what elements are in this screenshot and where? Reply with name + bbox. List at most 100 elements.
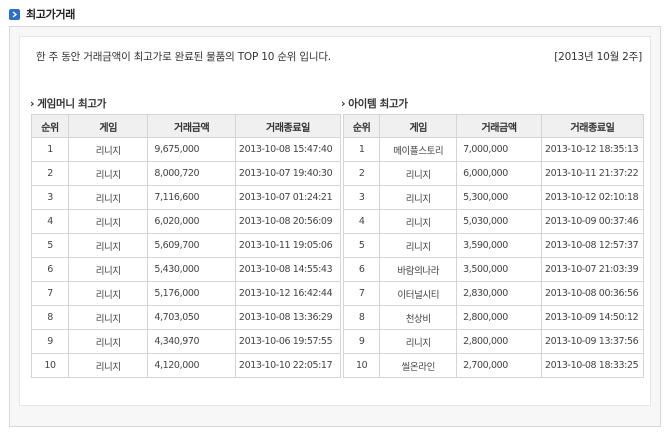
game-cell: 씰온라인 — [379, 353, 458, 378]
amount-cell: 4,340,970 — [147, 329, 236, 354]
game-money-heading: › 게임머니 최고가 — [30, 96, 106, 111]
table-row: 1 메이플스토리 7,000,000 2013-10-12 18:35:13 — [342, 137, 645, 162]
table-row: 7 이터널시티 2,830,000 2013-10-08 00:36:56 — [342, 281, 645, 306]
rank-cell: 1 — [30, 137, 70, 162]
amount-cell: 8,000,720 — [147, 161, 236, 186]
column-header-end-date: 거래종료일 — [540, 114, 645, 138]
end-date-cell: 2013-10-12 02:10:18 — [540, 185, 645, 210]
intro-week: [2013년 10월 2주] — [554, 51, 642, 63]
rank-cell: 4 — [342, 209, 381, 234]
table-header-row: 순위 게임 거래금액 거래종료일 — [30, 114, 342, 138]
game-cell: 천상비 — [379, 305, 458, 330]
amount-cell: 6,000,000 — [456, 161, 542, 186]
table-row: 8 천상비 2,800,000 2013-10-09 14:50:12 — [342, 305, 645, 330]
amount-cell: 5,300,000 — [456, 185, 542, 210]
rank-cell: 7 — [342, 281, 381, 306]
rank-cell: 6 — [30, 257, 70, 282]
item-table: 순위 게임 거래금액 거래종료일 1 메이플스토리 7,000,000 2013-10… — [342, 114, 645, 378]
rank-cell: 8 — [342, 305, 381, 330]
rank-cell: 2 — [342, 161, 381, 186]
amount-cell: 2,830,000 — [456, 281, 542, 306]
end-date-cell: 2013-10-07 21:03:39 — [540, 257, 645, 282]
game-cell: 리니지 — [379, 185, 458, 210]
item-heading: › 아이템 최고가 — [341, 96, 408, 111]
amount-cell: 2,800,000 — [456, 305, 542, 330]
end-date-cell: 2013-10-06 19:57:55 — [234, 329, 342, 354]
rank-cell: 6 — [342, 257, 381, 282]
table-row: 6 리니지 5,430,000 2013-10-08 14:55:43 — [30, 257, 342, 282]
top-trades-panel: 한 주 동안 거래금액이 최고가로 완료된 물품의 TOP 10 순위 입니다.… — [9, 26, 661, 427]
table-row: 7 리니지 5,176,000 2013-10-12 16:42:44 — [30, 281, 342, 306]
arrow-right-icon — [9, 8, 20, 20]
end-date-cell: 2013-10-08 13:36:29 — [234, 305, 342, 330]
game-cell: 리니지 — [68, 185, 149, 210]
column-header-end-date: 거래종료일 — [234, 114, 342, 138]
game-money-table-body: 1 리니지 9,675,000 2013-10-08 15:47:40 2 리니지 8,00… — [30, 137, 342, 378]
column-header-game: 게임 — [68, 114, 149, 138]
game-cell: 리니지 — [68, 281, 149, 306]
end-date-cell: 2013-10-08 14:55:43 — [234, 257, 342, 282]
game-cell: 이터널시티 — [379, 281, 458, 306]
table-row: 1 리니지 9,675,000 2013-10-08 15:47:40 — [30, 137, 342, 162]
table-row: 3 리니지 5,300,000 2013-10-12 02:10:18 — [342, 185, 645, 210]
end-date-cell: 2013-10-12 16:42:44 — [234, 281, 342, 306]
rank-cell: 5 — [30, 233, 70, 258]
column-header-rank: 순위 — [30, 114, 70, 138]
game-cell: 리니지 — [68, 137, 149, 162]
column-header-game: 게임 — [379, 114, 458, 138]
intro-box: 한 주 동안 거래금액이 최고가로 완료된 물품의 TOP 10 순위 입니다.… — [19, 36, 651, 406]
amount-cell: 6,020,000 — [147, 209, 236, 234]
game-cell: 리니지 — [68, 161, 149, 186]
rank-cell: 1 — [342, 137, 381, 162]
column-header-amount: 거래금액 — [456, 114, 542, 138]
amount-cell: 4,120,000 — [147, 353, 236, 378]
section-title: 최고가거래 — [26, 8, 76, 21]
chevron-right-icon: › — [341, 97, 346, 110]
game-cell: 리니지 — [68, 305, 149, 330]
game-cell: 리니지 — [379, 233, 458, 258]
column-header-rank: 순위 — [342, 114, 381, 138]
rank-cell: 8 — [30, 305, 70, 330]
end-date-cell: 2013-10-09 00:37:46 — [540, 209, 645, 234]
end-date-cell: 2013-10-08 15:47:40 — [234, 137, 342, 162]
end-date-cell: 2013-10-08 12:57:37 — [540, 233, 645, 258]
game-cell: 리니지 — [379, 209, 458, 234]
end-date-cell: 2013-10-11 19:05:06 — [234, 233, 342, 258]
table-row: 9 리니지 4,340,970 2013-10-06 19:57:55 — [30, 329, 342, 354]
amount-cell: 7,116,600 — [147, 185, 236, 210]
amount-cell: 4,703,050 — [147, 305, 236, 330]
amount-cell: 2,700,000 — [456, 353, 542, 378]
rank-cell: 9 — [342, 329, 381, 354]
rank-cell: 7 — [30, 281, 70, 306]
game-money-title: 게임머니 최고가 — [37, 98, 107, 110]
table-row: 2 리니지 8,000,720 2013-10-07 19:40:30 — [30, 161, 342, 186]
end-date-cell: 2013-10-08 18:33:25 — [540, 353, 645, 378]
table-header-row: 순위 게임 거래금액 거래종료일 — [342, 114, 645, 138]
section-header: 최고가거래 — [9, 6, 75, 22]
rank-cell: 3 — [342, 185, 381, 210]
table-row: 8 리니지 4,703,050 2013-10-08 13:36:29 — [30, 305, 342, 330]
rank-cell: 5 — [342, 233, 381, 258]
rank-cell: 4 — [30, 209, 70, 234]
table-row: 5 리니지 3,590,000 2013-10-08 12:57:37 — [342, 233, 645, 258]
game-cell: 리니지 — [68, 353, 149, 378]
end-date-cell: 2013-10-08 20:56:09 — [234, 209, 342, 234]
amount-cell: 9,675,000 — [147, 137, 236, 162]
rank-cell: 10 — [30, 353, 70, 378]
rank-cell: 3 — [30, 185, 70, 210]
game-cell: 리니지 — [68, 209, 149, 234]
table-row: 4 리니지 5,030,000 2013-10-09 00:37:46 — [342, 209, 645, 234]
amount-cell: 5,609,700 — [147, 233, 236, 258]
column-header-amount: 거래금액 — [147, 114, 236, 138]
item-table-body: 1 메이플스토리 7,000,000 2013-10-12 18:35:13 2 리니지 6… — [342, 137, 645, 378]
intro-text: 한 주 동안 거래금액이 최고가로 완료된 물품의 TOP 10 순위 입니다. — [36, 51, 331, 63]
game-cell: 리니지 — [68, 257, 149, 282]
end-date-cell: 2013-10-10 22:05:17 — [234, 353, 342, 378]
table-row: 4 리니지 6,020,000 2013-10-08 20:56:09 — [30, 209, 342, 234]
rank-cell: 10 — [342, 353, 381, 378]
game-cell: 메이플스토리 — [379, 137, 458, 162]
table-row: 10 리니지 4,120,000 2013-10-10 22:05:17 — [30, 353, 342, 378]
amount-cell: 5,030,000 — [456, 209, 542, 234]
rank-cell: 2 — [30, 161, 70, 186]
amount-cell: 7,000,000 — [456, 137, 542, 162]
